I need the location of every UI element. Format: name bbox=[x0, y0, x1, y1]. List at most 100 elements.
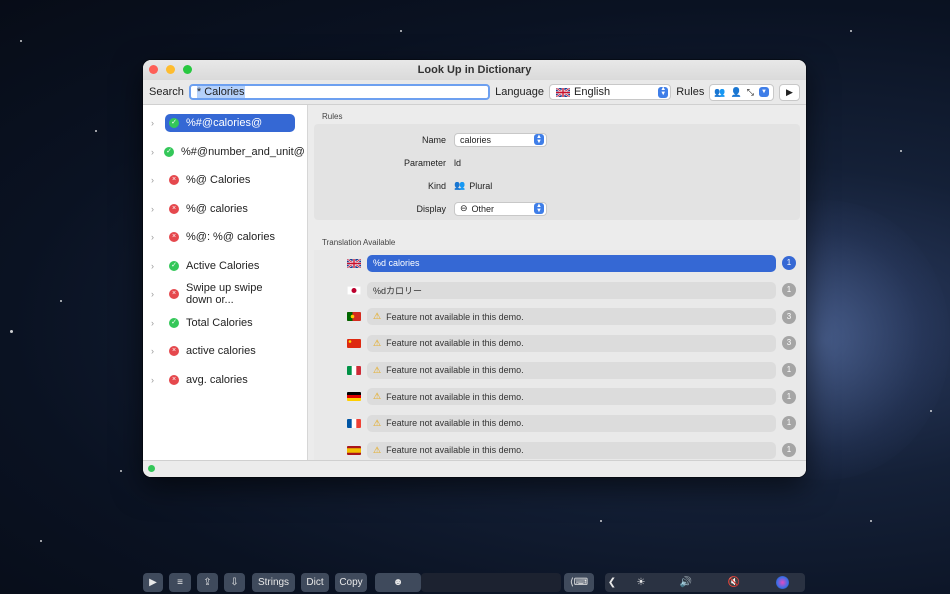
translation-row[interactable]: ⚠ Feature not available in this demo. 3 bbox=[314, 303, 800, 330]
checkmark-icon: ✓ bbox=[169, 118, 179, 129]
translation-field[interactable]: ⚠ Feature not available in this demo. bbox=[367, 441, 776, 459]
touchbar-import-button[interactable]: ⇩ bbox=[224, 573, 245, 592]
touchbar-copy-button[interactable]: Copy bbox=[335, 573, 367, 592]
search-input[interactable]: * Calories bbox=[188, 84, 491, 100]
sidebar-row[interactable]: › × Swipe up swipe down or... bbox=[143, 280, 307, 309]
chevron-down-icon[interactable]: ▼ bbox=[758, 87, 769, 97]
disclosure-chevron-icon[interactable]: › bbox=[151, 375, 159, 385]
disclosure-chevron-icon[interactable]: › bbox=[151, 346, 159, 356]
touchbar-emoji-button[interactable]: ☻ bbox=[375, 573, 421, 592]
disclosure-chevron-icon[interactable]: › bbox=[151, 118, 159, 128]
brightness-button[interactable]: ☀ bbox=[625, 573, 657, 592]
rules-box: Name calories ▲ ▼ Parameter ld Kind 👥 Plur… bbox=[314, 124, 800, 220]
error-icon: × bbox=[169, 346, 179, 357]
sidebar-row[interactable]: › ✓ %#@calories@ bbox=[143, 109, 307, 138]
sidebar-item[interactable]: × %@: %@ calories bbox=[165, 228, 295, 246]
language-value: English bbox=[574, 86, 611, 98]
name-select[interactable]: calories ▲ ▼ bbox=[454, 132, 547, 147]
variant-count-badge: 1 bbox=[782, 256, 796, 271]
person-icon[interactable]: 👤 bbox=[731, 87, 742, 98]
translation-row[interactable]: ⚠ Feature not available in this demo. 1 bbox=[314, 437, 800, 460]
sidebar-item[interactable]: × active calories bbox=[165, 342, 295, 360]
chevron-left-icon: ❮ bbox=[607, 577, 617, 588]
siri-button[interactable] bbox=[770, 573, 794, 592]
play-button[interactable]: ▶ bbox=[778, 83, 800, 101]
sidebar-row[interactable]: › ✓ Total Calories bbox=[143, 309, 307, 338]
sidebar-item-label: Active Calories bbox=[186, 259, 260, 272]
touchbar-play-button[interactable]: ▶ bbox=[143, 573, 163, 592]
translation-field[interactable]: ⚠ Feature not available in this demo. bbox=[367, 334, 776, 352]
volume-button[interactable]: 🔊 bbox=[670, 573, 702, 592]
disclosure-chevron-icon[interactable]: › bbox=[151, 289, 159, 299]
translation-row[interactable]: ⚠ Feature not available in this demo. 3 bbox=[314, 330, 800, 357]
sidebar-item[interactable]: ✓ Total Calories bbox=[165, 314, 295, 332]
play-icon: ▶ bbox=[786, 86, 793, 97]
touchbar-spacer bbox=[421, 573, 561, 592]
language-select[interactable]: English ▲ ▼ bbox=[549, 84, 672, 100]
people-icon[interactable]: 👥 bbox=[714, 87, 725, 98]
error-icon: × bbox=[169, 232, 179, 243]
translation-field[interactable]: %d calories bbox=[367, 254, 776, 272]
translation-field[interactable]: ⚠ Feature not available in this demo. bbox=[367, 414, 776, 432]
disclosure-chevron-icon[interactable]: › bbox=[151, 318, 159, 328]
expand-icon[interactable]: ⤡ bbox=[747, 87, 754, 98]
control-strip-expand-button[interactable]: ❮ bbox=[605, 573, 619, 592]
translation-field[interactable]: %dカロリー bbox=[367, 281, 776, 299]
sidebar-row[interactable]: › ✓ Active Calories bbox=[143, 252, 307, 281]
detail-pane: Rules Name calories ▲ ▼ Parameter ld Kind… bbox=[308, 105, 806, 460]
touchbar-list-button[interactable]: ≡ bbox=[169, 573, 191, 592]
sidebar-item-label: %@ Calories bbox=[186, 174, 251, 187]
variant-count-badge: 1 bbox=[782, 443, 796, 458]
translation-section-title: Translation Available bbox=[322, 238, 396, 247]
sidebar-row[interactable]: › × avg. calories bbox=[143, 366, 307, 395]
touchbar-dict-button[interactable]: Dict bbox=[301, 573, 329, 592]
export-icon: ⇪ bbox=[203, 577, 212, 588]
minimize-button[interactable] bbox=[166, 65, 175, 74]
sidebar-item[interactable]: ✓ %#@number_and_unit@ bbox=[160, 143, 311, 161]
sidebar-item[interactable]: × Swipe up swipe down or... bbox=[165, 282, 295, 306]
people-icon: 👥 bbox=[454, 180, 466, 190]
sidebar-row[interactable]: › × %@ Calories bbox=[143, 166, 307, 195]
error-icon: × bbox=[169, 374, 179, 385]
variant-count-badge: 1 bbox=[782, 363, 796, 378]
sidebar-row[interactable]: › × %@ calories bbox=[143, 195, 307, 224]
disclosure-chevron-icon[interactable]: › bbox=[151, 175, 159, 185]
chevron-updown-icon: ▲ ▼ bbox=[534, 134, 544, 145]
sidebar-item-label: %#@calories@ bbox=[186, 117, 263, 130]
sidebar-item[interactable]: × avg. calories bbox=[165, 371, 295, 389]
sidebar-row[interactable]: › × %@: %@ calories bbox=[143, 223, 307, 252]
sidebar-item[interactable]: × %@ Calories bbox=[165, 171, 295, 189]
translation-row[interactable]: ⚠ Feature not available in this demo. 1 bbox=[314, 410, 800, 437]
display-select[interactable]: ⊖ Other ▲ ▼ bbox=[454, 201, 547, 216]
translation-text: Feature not available in this demo. bbox=[386, 445, 524, 456]
touchbar-export-button[interactable]: ⇪ bbox=[197, 573, 218, 592]
translation-row[interactable]: %d calories 1 bbox=[314, 250, 800, 277]
disclosure-chevron-icon[interactable]: › bbox=[151, 147, 154, 157]
disclosure-chevron-icon[interactable]: › bbox=[151, 261, 159, 271]
sidebar-item[interactable]: ✓ %#@calories@ bbox=[165, 114, 295, 133]
translation-field[interactable]: ⚠ Feature not available in this demo. bbox=[367, 361, 776, 379]
variant-count-badge: 1 bbox=[782, 416, 796, 431]
de-flag-icon bbox=[347, 392, 361, 402]
translation-row[interactable]: %dカロリー 1 bbox=[314, 277, 800, 304]
touchbar-strings-button[interactable]: Strings bbox=[252, 573, 295, 592]
warning-icon: ⚠ bbox=[373, 337, 382, 348]
touchbar-keyboard-button[interactable]: ⟨⌨ bbox=[564, 573, 594, 592]
disclosure-chevron-icon[interactable]: › bbox=[151, 204, 159, 214]
sidebar-item[interactable]: × %@ calories bbox=[165, 200, 295, 218]
sidebar-row[interactable]: › × active calories bbox=[143, 337, 307, 366]
kind-value: Plural bbox=[469, 180, 493, 191]
translation-field[interactable]: ⚠ Feature not available in this demo. bbox=[367, 308, 776, 326]
mute-button[interactable]: 🔇 bbox=[718, 573, 750, 592]
translation-row[interactable]: ⚠ Feature not available in this demo. 1 bbox=[314, 357, 800, 384]
sidebar-item[interactable]: ✓ Active Calories bbox=[165, 257, 295, 275]
translation-row[interactable]: ⚠ Feature not available in this demo. 1 bbox=[314, 383, 800, 410]
translation-text: Feature not available in this demo. bbox=[386, 418, 524, 429]
variant-count-badge: 1 bbox=[782, 283, 796, 298]
close-button[interactable] bbox=[149, 65, 158, 74]
zoom-button[interactable] bbox=[183, 65, 192, 74]
sidebar-row[interactable]: › ✓ %#@number_and_unit@ bbox=[143, 138, 307, 167]
translation-field[interactable]: ⚠ Feature not available in this demo. bbox=[367, 388, 776, 406]
rules-segmented-control[interactable]: 👥 👤 ⤡ ▼ bbox=[709, 83, 774, 101]
disclosure-chevron-icon[interactable]: › bbox=[151, 232, 159, 242]
